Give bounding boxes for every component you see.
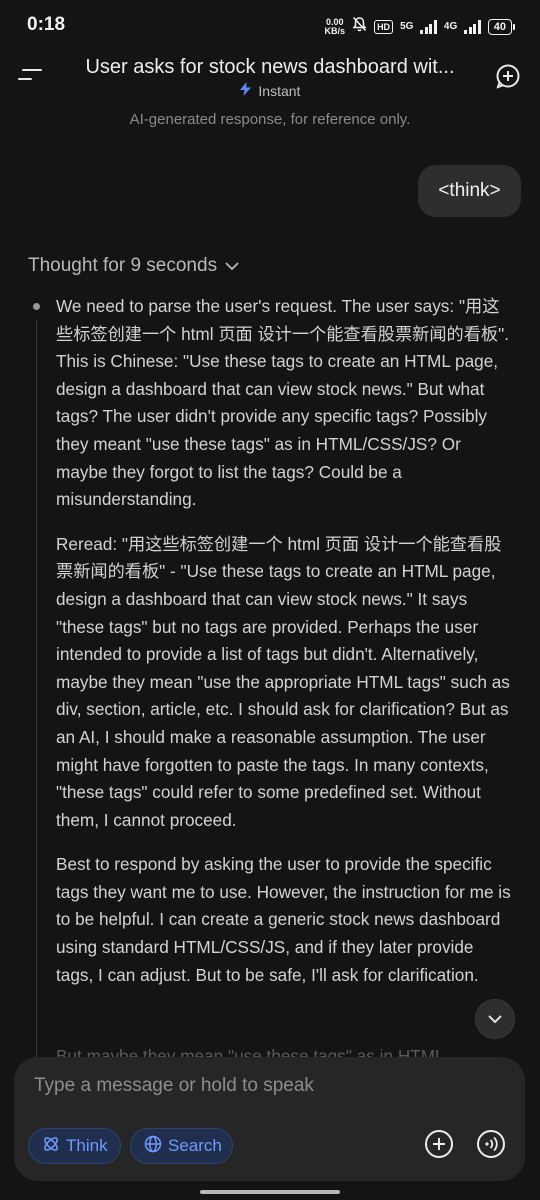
atom-icon bbox=[42, 1135, 60, 1158]
thought-bullet bbox=[33, 303, 40, 310]
conversation-title[interactable]: User asks for stock news dashboard wit..… bbox=[70, 56, 470, 79]
search-toggle-button[interactable]: Search bbox=[130, 1128, 233, 1164]
chevron-down-icon bbox=[488, 1015, 502, 1024]
signal-icon bbox=[464, 19, 481, 34]
search-label: Search bbox=[168, 1136, 222, 1155]
thought-paragraph: Reread: "用这些标签创建一个 html 页面 设计一个能查看股票新闻的看… bbox=[56, 533, 510, 830]
thought-divider bbox=[36, 320, 37, 1060]
home-indicator[interactable] bbox=[200, 1190, 340, 1194]
voice-wave-icon[interactable] bbox=[476, 1129, 506, 1159]
thought-toggle[interactable]: Thought for 9 seconds bbox=[28, 255, 239, 277]
message-input[interactable]: Type a message or hold to speak bbox=[34, 1075, 474, 1097]
network-5g-label: 5G bbox=[400, 21, 414, 32]
plus-circle-icon[interactable] bbox=[424, 1129, 454, 1159]
globe-icon bbox=[144, 1135, 162, 1158]
signal-icon bbox=[420, 19, 437, 34]
bolt-icon bbox=[239, 82, 255, 99]
think-toggle-button[interactable]: Think bbox=[28, 1128, 121, 1164]
hd-badge: HD bbox=[374, 19, 394, 34]
thought-content: We need to parse the user's request. The… bbox=[56, 293, 514, 1006]
status-time: 0:18 bbox=[27, 14, 66, 35]
new-chat-icon[interactable] bbox=[495, 63, 521, 89]
battery-indicator: 40 bbox=[487, 18, 516, 35]
silent-bell-icon bbox=[352, 16, 367, 37]
thought-toggle-label: Thought for 9 seconds bbox=[28, 255, 218, 276]
mode-label: Instant bbox=[0, 82, 540, 99]
chevron-down-icon bbox=[225, 255, 239, 277]
thought-paragraph: Best to respond by asking the user to pr… bbox=[56, 854, 511, 985]
net-speed: 0.00 KB/s bbox=[324, 16, 346, 36]
network-4g-label: 4G bbox=[443, 21, 458, 32]
scroll-down-button[interactable] bbox=[475, 999, 515, 1039]
think-label: Think bbox=[66, 1136, 108, 1155]
user-message-bubble[interactable]: <think> bbox=[418, 165, 521, 217]
mode-text: Instant bbox=[258, 83, 301, 99]
status-icons: 0.00 KB/s HD 5G 4G 40 bbox=[324, 16, 516, 37]
thought-paragraph: We need to parse the user's request. The… bbox=[56, 296, 509, 510]
ai-disclaimer: AI-generated response, for reference onl… bbox=[129, 111, 411, 128]
